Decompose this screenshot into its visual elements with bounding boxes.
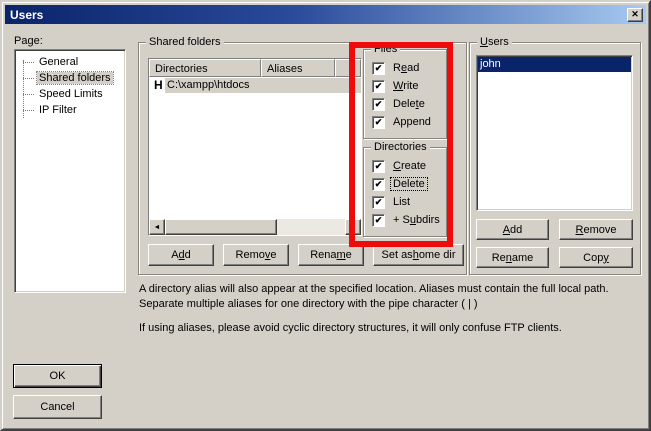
user-name: john	[480, 58, 501, 70]
dir-delete-label: Delete	[391, 178, 427, 190]
checkmark-icon: ✔	[375, 82, 383, 91]
create-checkbox[interactable]: ✔	[372, 160, 385, 173]
checkmark-icon: ✔	[375, 118, 383, 127]
alias-notes: A directory alias will also appear at th…	[139, 282, 646, 345]
append-checkbox[interactable]: ✔	[372, 116, 385, 129]
scroll-right-icon[interactable]: ►	[345, 219, 361, 235]
tree-twig-icon	[23, 110, 34, 111]
shared-folders-group-label: Shared folders	[146, 36, 224, 48]
column-header-filler	[335, 59, 361, 77]
directories-list-body[interactable]: H C:\xampp\htdocs	[149, 77, 361, 219]
file-delete-checkbox-row[interactable]: ✔ Delete	[372, 97, 427, 111]
shared-add-button[interactable]: Add	[148, 244, 214, 266]
directories-list[interactable]: Directories Aliases H C:\xampp\htdocs ◄ …	[148, 58, 362, 236]
directories-group-label: Directories	[371, 141, 430, 153]
create-label: Create	[391, 160, 428, 172]
users-dialog: Users ✕ Page: General Shared folders Spe…	[0, 0, 651, 431]
read-checkbox[interactable]: ✔	[372, 62, 385, 75]
files-permissions-group: Files ✔ Read ✔ Write ✔ Delete ✔ Append	[363, 49, 447, 139]
user-copy-button[interactable]: Copy	[559, 247, 633, 268]
tree-twig-icon	[23, 62, 34, 63]
read-label: Read	[391, 62, 421, 74]
directory-path[interactable]: C:\xampp\htdocs	[165, 78, 361, 93]
tree-twig-icon	[23, 94, 34, 95]
append-checkbox-row[interactable]: ✔ Append	[372, 115, 433, 129]
tree-item-general[interactable]: General	[15, 54, 125, 70]
tree-twig-icon	[23, 78, 34, 79]
tree-item-shared-folders[interactable]: Shared folders	[15, 70, 125, 86]
checkmark-icon: ✔	[375, 198, 383, 207]
scrollbar-track[interactable]	[165, 219, 345, 235]
set-as-home-dir-button[interactable]: Set as home dir	[373, 244, 464, 266]
column-header-directories[interactable]: Directories	[149, 59, 261, 77]
read-checkbox-row[interactable]: ✔ Read	[372, 61, 421, 75]
subdirs-label: + Subdirs	[391, 214, 442, 226]
checkmark-icon: ✔	[375, 162, 383, 171]
close-icon[interactable]: ✕	[627, 8, 643, 22]
file-delete-label: Delete	[391, 98, 427, 110]
write-checkbox-row[interactable]: ✔ Write	[372, 79, 420, 93]
tree-item-label: IP Filter	[37, 104, 79, 116]
checkmark-icon: ✔	[375, 180, 383, 189]
list-checkbox[interactable]: ✔	[372, 196, 385, 209]
subdirs-checkbox-row[interactable]: ✔ + Subdirs	[372, 213, 442, 227]
scroll-left-icon[interactable]: ◄	[149, 219, 165, 235]
tree-item-speed-limits[interactable]: Speed Limits	[15, 86, 125, 102]
window-title: Users	[5, 8, 43, 22]
checkmark-icon: ✔	[375, 64, 383, 73]
user-rename-button[interactable]: Rename	[476, 247, 549, 268]
tree-item-label: General	[37, 56, 80, 68]
tree-item-ip-filter[interactable]: IP Filter	[15, 102, 125, 118]
write-label: Write	[391, 80, 420, 92]
scrollbar-thumb[interactable]	[165, 219, 277, 235]
users-group-label: Users	[477, 36, 512, 48]
user-add-button[interactable]: Add	[476, 219, 549, 240]
users-list[interactable]: john	[476, 55, 633, 211]
tree-item-label: Speed Limits	[37, 88, 105, 100]
cancel-button[interactable]: Cancel	[13, 395, 102, 419]
list-label: List	[391, 196, 412, 208]
checkmark-icon: ✔	[375, 100, 383, 109]
directories-list-header: Directories Aliases	[149, 59, 361, 77]
checkmark-icon: ✔	[375, 216, 383, 225]
page-label: Page:	[14, 35, 43, 47]
user-remove-button[interactable]: Remove	[559, 219, 633, 240]
title-bar[interactable]: Users ✕	[5, 5, 646, 24]
append-label: Append	[391, 116, 433, 128]
ok-button[interactable]: OK	[13, 364, 102, 388]
user-row-john[interactable]: john	[478, 57, 631, 72]
tree-item-label: Shared folders	[37, 72, 113, 84]
page-tree[interactable]: General Shared folders Speed Limits IP F…	[14, 49, 126, 293]
create-checkbox-row[interactable]: ✔ Create	[372, 159, 428, 173]
home-dir-marker: H	[149, 78, 165, 92]
tree-line	[23, 60, 24, 118]
column-header-aliases[interactable]: Aliases	[261, 59, 335, 77]
files-group-label: Files	[371, 43, 400, 55]
directories-permissions-group: Directories ✔ Create ✔ Delete ✔ List ✔ +…	[363, 147, 447, 237]
file-delete-checkbox[interactable]: ✔	[372, 98, 385, 111]
subdirs-checkbox[interactable]: ✔	[372, 214, 385, 227]
directory-row[interactable]: H C:\xampp\htdocs	[149, 77, 361, 93]
dir-delete-checkbox[interactable]: ✔	[372, 178, 385, 191]
dir-delete-checkbox-row[interactable]: ✔ Delete	[372, 177, 427, 191]
list-checkbox-row[interactable]: ✔ List	[372, 195, 412, 209]
horizontal-scrollbar[interactable]: ◄ ►	[149, 219, 361, 235]
shared-remove-button[interactable]: Remove	[223, 244, 289, 266]
shared-rename-button[interactable]: Rename	[298, 244, 364, 266]
alias-note-1: A directory alias will also appear at th…	[139, 282, 646, 312]
write-checkbox[interactable]: ✔	[372, 80, 385, 93]
alias-note-2: If using aliases, please avoid cyclic di…	[139, 321, 646, 336]
